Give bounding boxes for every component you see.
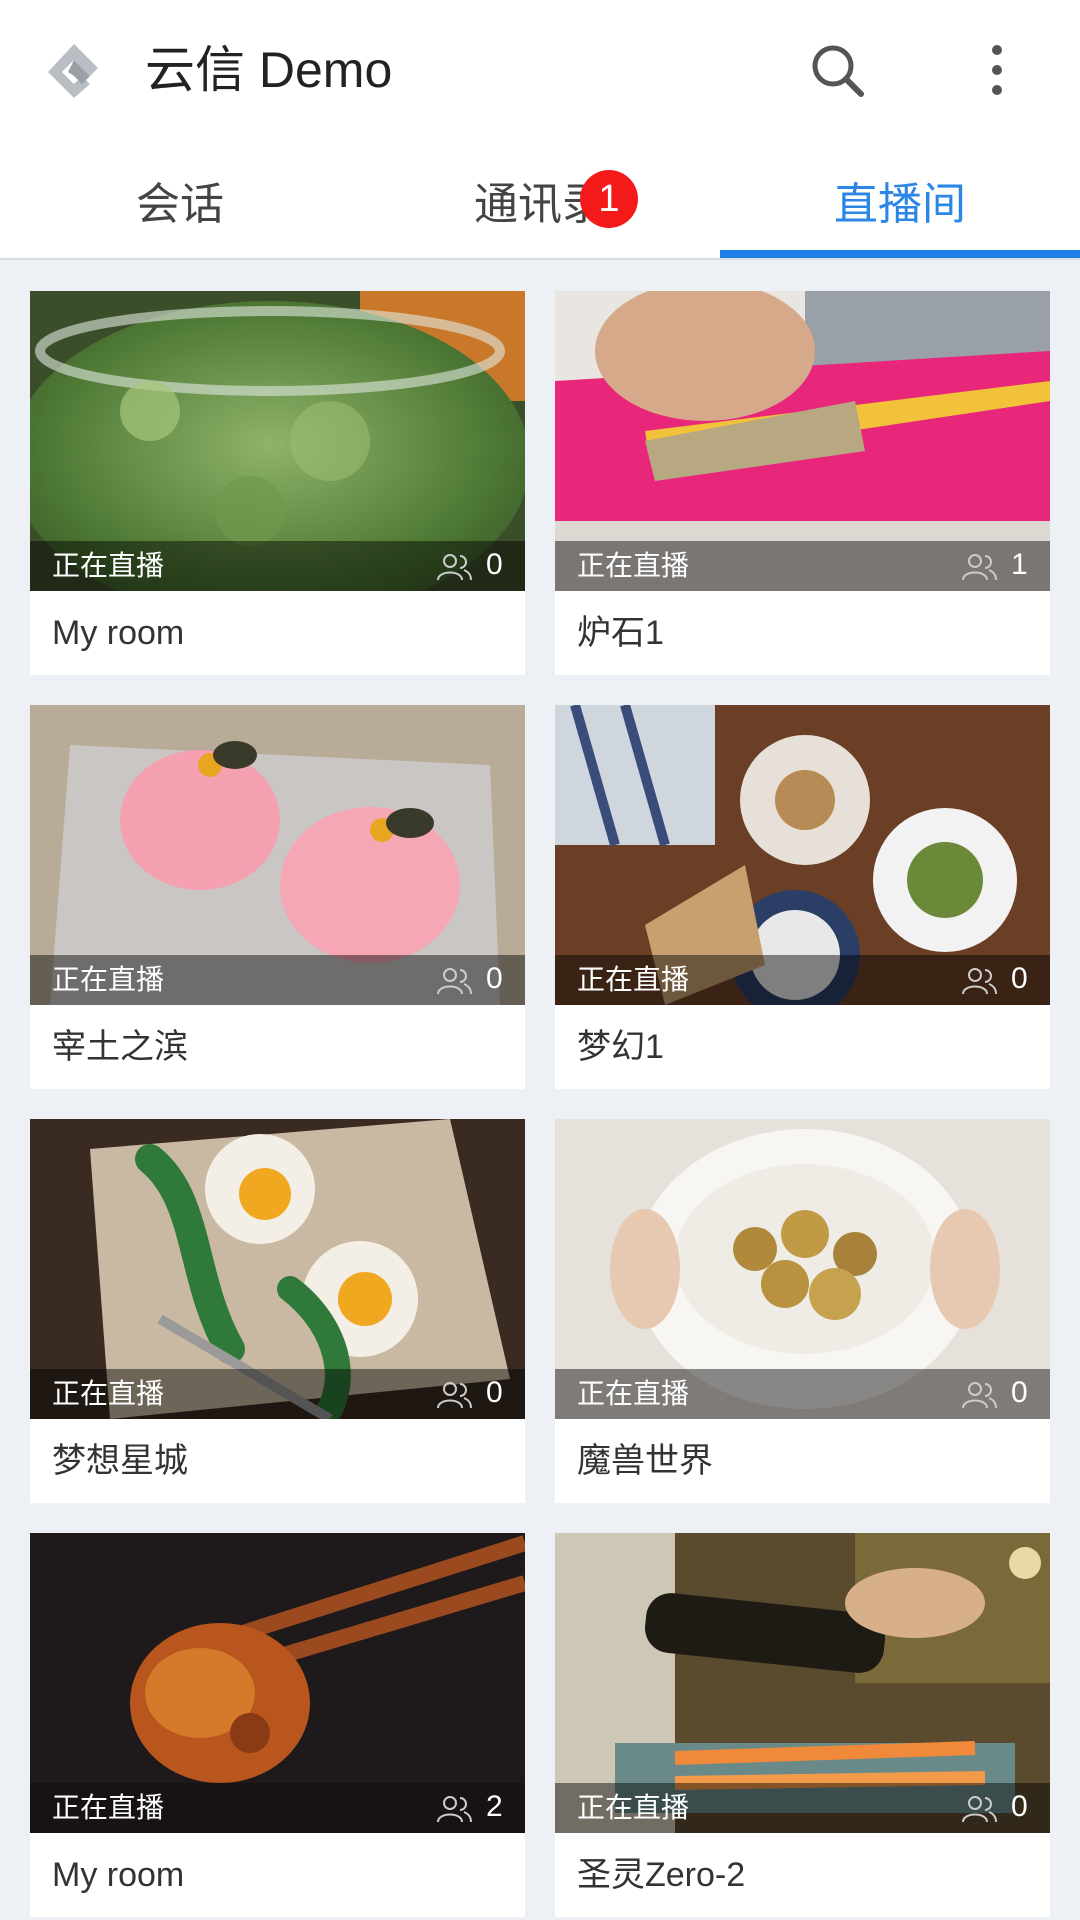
viewer-count: 0 [486, 1376, 503, 1409]
tab-label: 直播间 [834, 180, 966, 229]
room-thumbnail: 正在直播 2 [30, 1533, 525, 1833]
room-thumbnail: 正在直播 0 [555, 1533, 1050, 1833]
room-card[interactable]: 正在直播 0 魔兽世界 [555, 1119, 1050, 1503]
live-info-bar: 正在直播 1 [555, 541, 1050, 591]
viewers-icon [437, 554, 472, 581]
viewer-count: 2 [486, 1790, 503, 1823]
live-status-label: 正在直播 [52, 1378, 165, 1409]
search-icon[interactable] [805, 38, 869, 102]
live-status-label: 正在直播 [52, 1792, 165, 1823]
app-bar: 云信 Demo [0, 0, 1080, 140]
viewers-icon [437, 968, 472, 995]
room-name: 梦想星城 [52, 1442, 188, 1480]
live-info-bar: 正在直播 0 [555, 1783, 1050, 1833]
room-thumbnail: 正在直播 0 [555, 1119, 1050, 1419]
app-title: 云信 Demo [145, 42, 393, 98]
active-tab-indicator [720, 250, 1080, 258]
viewers-icon [962, 1796, 997, 1823]
viewer-count: 0 [486, 962, 503, 995]
room-name: 宰土之滨 [52, 1028, 188, 1066]
room-name: My room [52, 614, 185, 652]
live-status-label: 正在直播 [52, 550, 165, 581]
room-thumbnail: 正在直播 0 [30, 1119, 525, 1419]
viewers-icon [437, 1382, 472, 1409]
viewer-count: 0 [1011, 1376, 1028, 1409]
room-name: My room [52, 1856, 185, 1894]
live-status-label: 正在直播 [577, 964, 690, 995]
tab-live-rooms[interactable]: 直播间 [720, 140, 1080, 260]
room-card[interactable]: 正在直播 0 圣灵Zero-2 [555, 1533, 1050, 1917]
live-status-label: 正在直播 [577, 550, 690, 581]
room-thumbnail: 正在直播 0 [30, 705, 525, 1005]
app-logo-icon[interactable] [44, 40, 104, 100]
live-info-bar: 正在直播 0 [30, 541, 525, 591]
live-info-bar: 正在直播 0 [555, 1369, 1050, 1419]
viewer-count: 0 [1011, 962, 1028, 995]
viewers-icon [437, 1796, 472, 1823]
room-name: 圣灵Zero-2 [577, 1856, 746, 1894]
unread-badge: 1 [580, 170, 638, 228]
tab-bar: 会话 通讯录 1 直播间 [0, 140, 1080, 260]
live-info-bar: 正在直播 0 [30, 1369, 525, 1419]
tab-conversations[interactable]: 会话 [0, 140, 360, 260]
tab-contacts[interactable]: 通讯录 [360, 140, 720, 260]
more-vertical-icon[interactable] [965, 38, 1029, 102]
viewer-count: 0 [1011, 1790, 1028, 1823]
room-thumbnail: 正在直播 0 [30, 291, 525, 591]
viewers-icon [962, 1382, 997, 1409]
live-status-label: 正在直播 [52, 964, 165, 995]
room-name: 魔兽世界 [577, 1442, 713, 1480]
live-info-bar: 正在直播 2 [30, 1783, 525, 1833]
live-info-bar: 正在直播 0 [555, 955, 1050, 1005]
live-status-label: 正在直播 [577, 1378, 690, 1409]
viewers-icon [962, 968, 997, 995]
room-thumbnail: 正在直播 0 [555, 705, 1050, 1005]
room-card[interactable]: 正在直播 1 炉石1 [555, 291, 1050, 675]
room-card[interactable]: 正在直播 0 梦想星城 [30, 1119, 525, 1503]
live-info-bar: 正在直播 0 [30, 955, 525, 1005]
tab-label: 会话 [136, 180, 224, 229]
room-name: 炉石1 [577, 614, 664, 652]
room-card[interactable]: 正在直播 0 宰土之滨 [30, 705, 525, 1089]
viewer-count: 0 [486, 548, 503, 581]
room-card[interactable]: 正在直播 0 梦幻1 [555, 705, 1050, 1089]
viewers-icon [962, 554, 997, 581]
room-thumbnail: 正在直播 1 [555, 291, 1050, 591]
room-name: 梦幻1 [577, 1028, 664, 1066]
viewer-count: 1 [1011, 548, 1028, 581]
room-card[interactable]: 正在直播 2 My room [30, 1533, 525, 1917]
room-card[interactable]: 正在直播 0 My room [30, 291, 525, 675]
live-status-label: 正在直播 [577, 1792, 690, 1823]
